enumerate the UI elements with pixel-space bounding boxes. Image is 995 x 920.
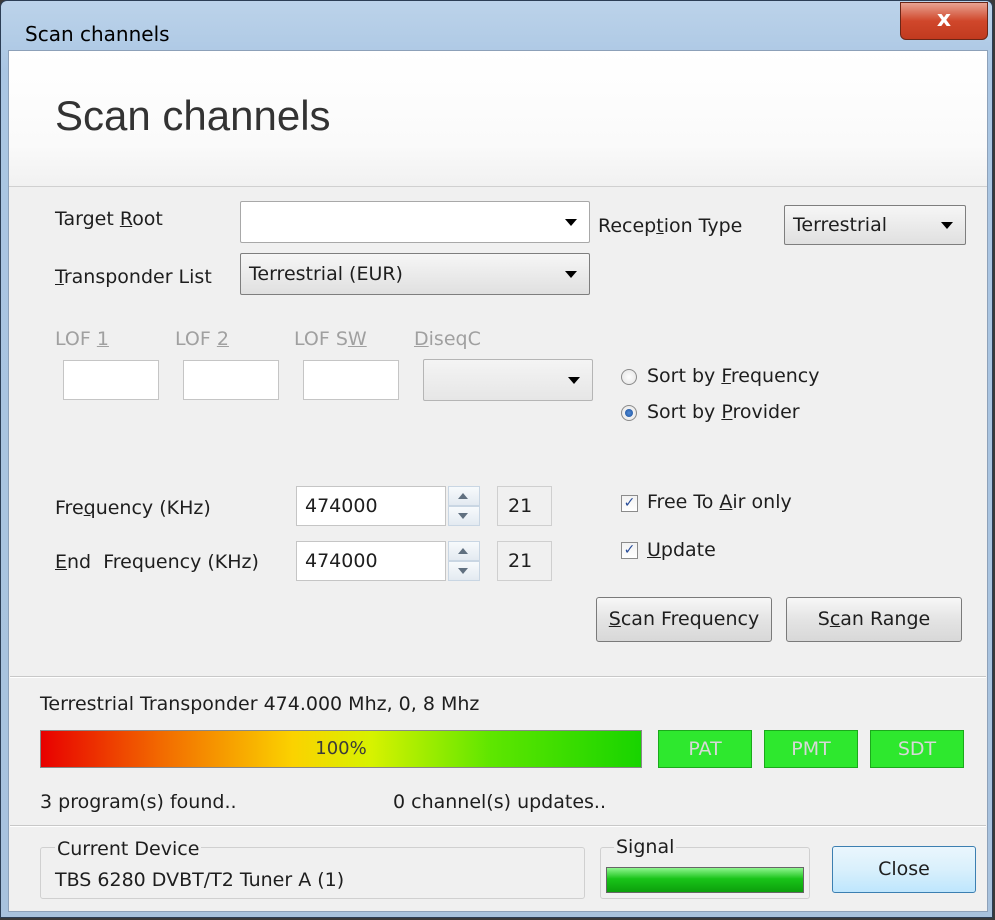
spin-down-icon[interactable]	[448, 506, 480, 526]
frequency-channel-value: 21	[508, 495, 533, 517]
chevron-down-icon	[565, 219, 577, 226]
frequency-label: Frequency (KHz)	[55, 497, 211, 519]
spin-up-icon[interactable]	[448, 486, 480, 506]
window-title: Scan channels	[25, 22, 170, 46]
lof1-input[interactable]	[63, 360, 159, 400]
update-label[interactable]: Update	[647, 539, 716, 561]
end-frequency-channel: 21	[497, 541, 552, 581]
transponder-status: Terrestrial Transponder 474.000 Mhz, 0, …	[40, 693, 480, 715]
frequency-input[interactable]: 474000	[296, 486, 446, 526]
transponder-list-value: Terrestrial (EUR)	[249, 263, 403, 285]
free-to-air-label[interactable]: Free To Air only	[647, 491, 792, 513]
lof2-label: LOF 2	[175, 328, 229, 350]
current-device-name: TBS 6280 DVBT/T2 Tuner A (1)	[55, 869, 345, 891]
frequency-channel: 21	[497, 486, 552, 526]
separator	[10, 676, 986, 678]
signal-label: Signal	[614, 836, 677, 858]
frequency-value: 474000	[305, 495, 378, 517]
end-frequency-spinner[interactable]	[448, 541, 480, 581]
scan-range-button[interactable]: Scan Range	[786, 597, 962, 642]
end-frequency-channel-value: 21	[508, 550, 533, 572]
lof1-label: LOF 1	[55, 328, 109, 350]
signal-strength-bar	[606, 867, 804, 893]
window-close-button[interactable]: x	[900, 2, 988, 40]
page-title: Scan channels	[55, 92, 331, 139]
target-root-label: Target Root	[55, 208, 163, 230]
lofsw-label: LOF SW	[294, 328, 367, 350]
pmt-indicator: PMT	[764, 730, 858, 768]
diseqc-label: DiseqC	[414, 328, 481, 350]
transponder-list-label: Transponder List	[55, 266, 212, 288]
reception-type-label: Reception Type	[598, 215, 743, 237]
spin-up-icon[interactable]	[448, 541, 480, 561]
spin-down-icon[interactable]	[448, 561, 480, 581]
end-frequency-input[interactable]: 474000	[296, 541, 446, 581]
sort-by-provider-radio[interactable]	[621, 405, 637, 421]
sort-by-provider-label[interactable]: Sort by Provider	[647, 401, 800, 423]
end-frequency-value: 474000	[305, 550, 378, 572]
lof2-input[interactable]	[183, 360, 279, 400]
chevron-down-icon	[565, 271, 577, 278]
diseqc-combobox[interactable]	[423, 359, 593, 401]
free-to-air-checkbox[interactable]: ✓	[621, 495, 638, 512]
close-button[interactable]: Close	[832, 846, 976, 893]
sort-by-frequency-radio[interactable]	[621, 369, 637, 385]
pat-indicator: PAT	[658, 730, 752, 768]
scan-frequency-button[interactable]: Scan Frequency	[596, 597, 772, 642]
sdt-indicator: SDT	[870, 730, 964, 768]
end-frequency-label: End Frequency (KHz)	[55, 551, 259, 573]
chevron-down-icon	[568, 377, 580, 384]
reception-type-combobox[interactable]: Terrestrial	[784, 205, 966, 245]
close-icon: x	[936, 7, 952, 32]
update-checkbox[interactable]: ✓	[621, 542, 638, 559]
transponder-list-combobox[interactable]: Terrestrial (EUR)	[240, 253, 590, 295]
target-root-combobox[interactable]	[240, 201, 590, 243]
chevron-down-icon	[941, 222, 953, 229]
frequency-spinner[interactable]	[448, 486, 480, 526]
lofsw-input[interactable]	[303, 360, 399, 400]
current-device-label: Current Device	[55, 838, 202, 860]
scan-progress-bar: 100%	[40, 730, 642, 768]
progress-text: 100%	[315, 738, 367, 759]
sort-by-frequency-label[interactable]: Sort by Frequency	[647, 365, 820, 387]
programs-found-status: 3 program(s) found..	[40, 791, 237, 813]
separator	[10, 825, 986, 827]
reception-type-value: Terrestrial	[793, 214, 887, 236]
channel-updates-status: 0 channel(s) updates..	[393, 791, 606, 813]
